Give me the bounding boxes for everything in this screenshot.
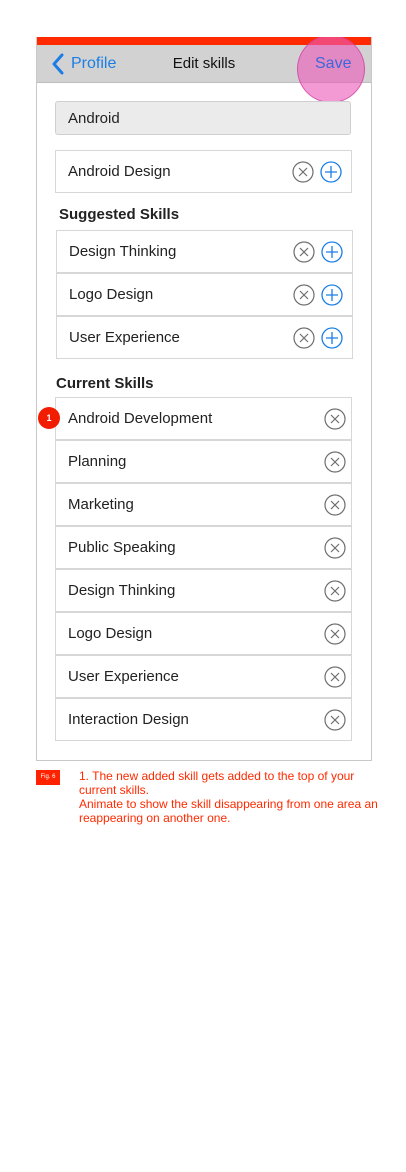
annotation-badge: 1: [38, 407, 60, 429]
current-skill-row: Design Thinking: [55, 569, 352, 612]
skill-label: Planning: [68, 453, 127, 470]
add-icon[interactable]: [321, 284, 343, 306]
current-skill-row: Logo Design: [55, 612, 352, 655]
current-skill-row: User Experience: [55, 655, 352, 698]
add-icon[interactable]: [321, 241, 343, 263]
skill-label: User Experience: [68, 668, 179, 685]
suggested-skills-heading: Suggested Skills: [59, 206, 180, 223]
search-input[interactable]: [55, 101, 351, 135]
suggested-skill-row: User Experience: [56, 316, 353, 359]
remove-icon[interactable]: [324, 666, 346, 688]
annotation-note: 1. The new added skill gets added to the…: [79, 769, 379, 825]
figure-tag: Fig. 6: [36, 770, 60, 785]
skill-label: User Experience: [69, 329, 180, 346]
skill-label: Logo Design: [69, 286, 154, 303]
remove-icon[interactable]: [324, 451, 346, 473]
skill-label: Design Thinking: [68, 582, 176, 599]
skill-label: Design Thinking: [69, 243, 177, 260]
remove-icon[interactable]: [324, 580, 346, 602]
suggested-skill-row: Logo Design: [56, 273, 353, 316]
add-icon[interactable]: [320, 161, 342, 183]
current-skill-row: Android Development: [55, 397, 352, 440]
remove-icon[interactable]: [293, 241, 315, 263]
search-result-row: Android Design: [55, 150, 352, 193]
remove-icon[interactable]: [292, 161, 314, 183]
phone-screen: Profile Edit skills Save Android Design …: [36, 37, 372, 761]
suggested-skill-row: Design Thinking: [56, 230, 353, 273]
annotation-line-2: Animate to show the skill disappearing f…: [79, 797, 378, 825]
current-skill-row: Interaction Design: [55, 698, 352, 741]
skill-label: Interaction Design: [68, 711, 189, 728]
current-skill-row: Public Speaking: [55, 526, 352, 569]
remove-icon[interactable]: [293, 284, 315, 306]
save-button[interactable]: Save: [315, 45, 351, 82]
remove-icon[interactable]: [293, 327, 315, 349]
skill-label: Logo Design: [68, 625, 153, 642]
annotation-line-1: 1. The new added skill gets added to the…: [79, 769, 355, 797]
skill-label: Android Development: [68, 410, 213, 427]
remove-icon[interactable]: [324, 537, 346, 559]
skill-label: Marketing: [68, 496, 134, 513]
current-skill-row: Marketing: [55, 483, 352, 526]
current-skill-row: Planning: [55, 440, 352, 483]
remove-icon[interactable]: [324, 408, 346, 430]
skill-label: Android Design: [68, 163, 171, 180]
remove-icon[interactable]: [324, 494, 346, 516]
remove-icon[interactable]: [324, 709, 346, 731]
add-icon[interactable]: [321, 327, 343, 349]
remove-icon[interactable]: [324, 623, 346, 645]
current-skills-heading: Current Skills: [56, 375, 154, 392]
skill-label: Public Speaking: [68, 539, 176, 556]
